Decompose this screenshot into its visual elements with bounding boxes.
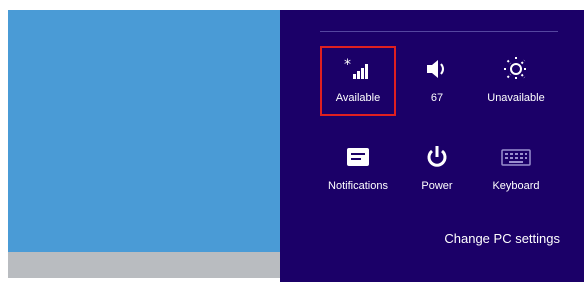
network-tile[interactable]: * Available (320, 46, 396, 116)
volume-level-label: 67 (430, 92, 444, 104)
wifi-signal-icon: * (338, 54, 378, 84)
keyboard-label: Keyboard (492, 180, 540, 192)
divider (320, 31, 558, 32)
brightness-tile[interactable]: Unavailable (480, 48, 552, 114)
notifications-tile[interactable]: Notifications (322, 136, 394, 202)
power-tile[interactable]: Power (401, 136, 473, 202)
keyboard-icon (496, 142, 536, 172)
brightness-icon (496, 54, 536, 84)
keyboard-tile[interactable]: Keyboard (480, 136, 552, 202)
settings-charm-pane: * Available 67 Unavailable Notifications… (280, 10, 584, 282)
power-label: Power (421, 180, 453, 192)
brightness-label: Unavailable (487, 92, 545, 104)
desktop-background (8, 10, 280, 252)
volume-icon (417, 54, 457, 84)
network-tile-label: Available (335, 92, 381, 104)
notifications-icon (338, 142, 378, 172)
power-icon (417, 142, 457, 172)
change-pc-settings-link[interactable]: Change PC settings (444, 231, 560, 246)
volume-tile[interactable]: 67 (401, 48, 473, 114)
svg-text:*: * (344, 57, 351, 73)
taskbar (8, 252, 280, 278)
notifications-label: Notifications (328, 180, 388, 192)
